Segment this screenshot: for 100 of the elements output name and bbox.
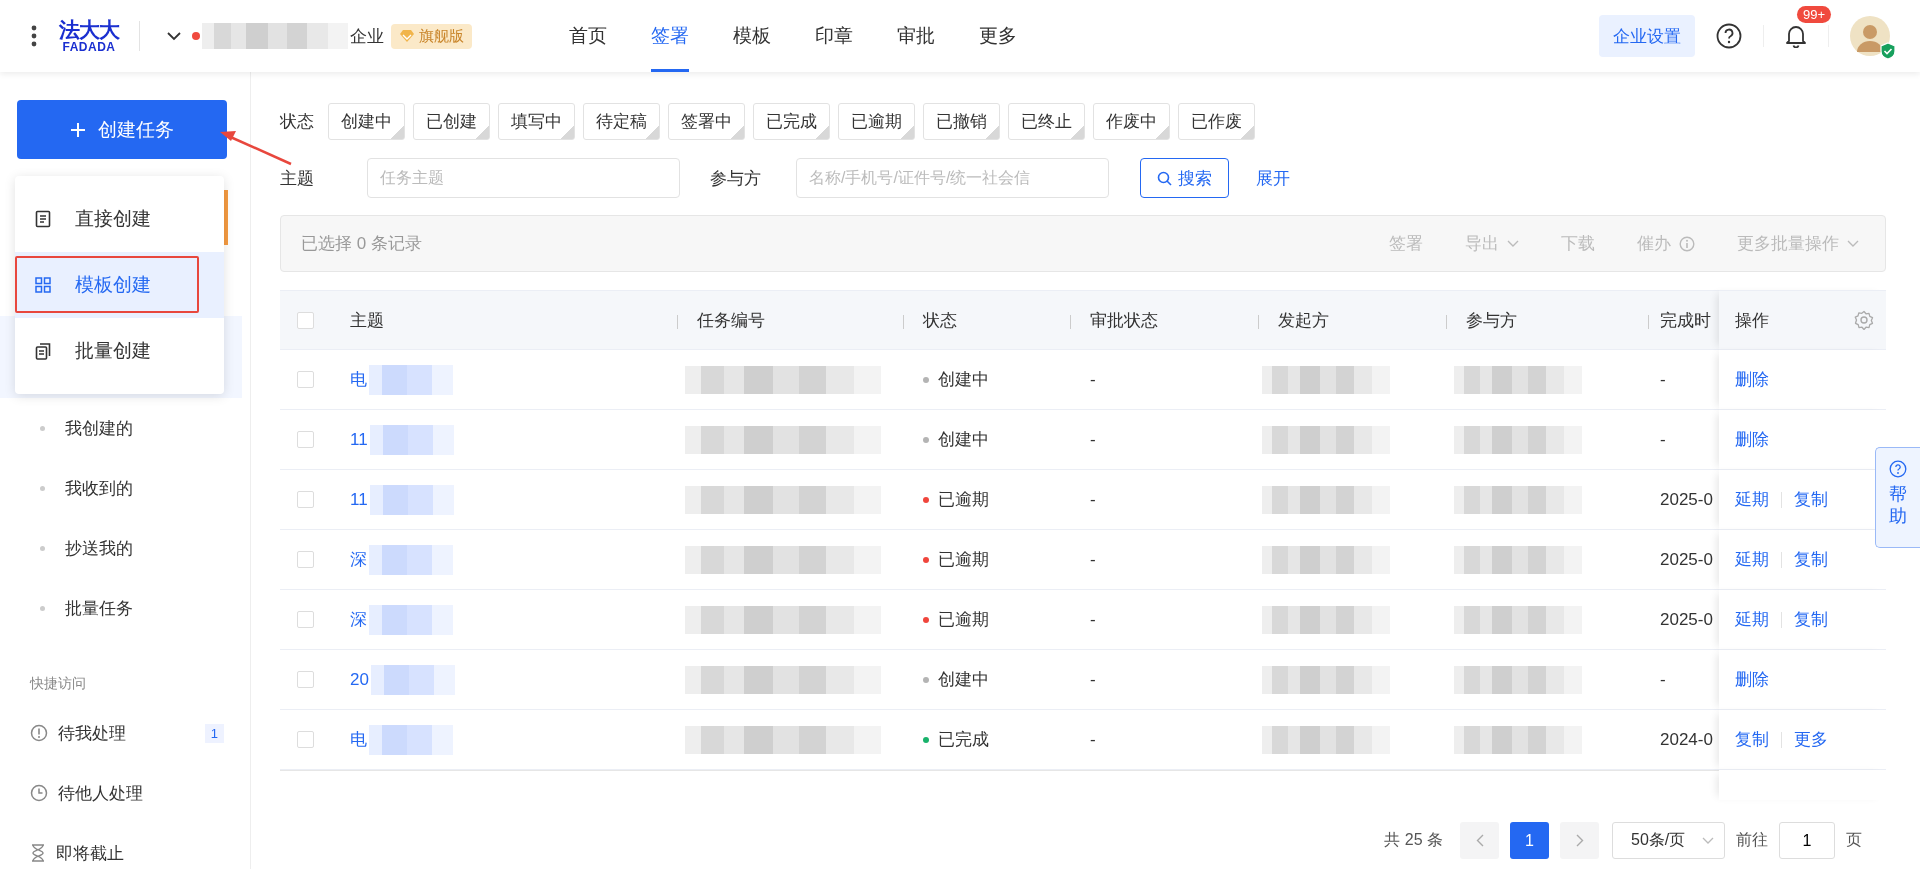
next-page-button[interactable]	[1560, 822, 1599, 859]
company-name: 企业	[350, 25, 384, 48]
row-action-link[interactable]: 延期	[1735, 488, 1769, 511]
nav-tab[interactable]: 审批	[897, 0, 935, 72]
filter-label: 参与方	[710, 167, 762, 190]
status-filter-chip[interactable]: 创建中	[328, 102, 405, 140]
row-action-link[interactable]: 删除	[1735, 368, 1769, 391]
chevron-down-icon[interactable]	[167, 31, 181, 41]
nav-tab[interactable]: 签署	[651, 0, 689, 72]
task-subject-link[interactable]: 深	[350, 548, 367, 571]
document-icon	[35, 210, 51, 228]
table-cell: 2025-0	[1660, 549, 1713, 570]
row-checkbox[interactable]	[296, 551, 314, 568]
status-filter-chip[interactable]: 签署中	[668, 102, 745, 140]
create-task-button[interactable]: 创建任务	[17, 100, 227, 159]
nav-tab[interactable]: 首页	[569, 0, 607, 72]
logo[interactable]: 法大大 FADADA	[59, 19, 119, 53]
table-cell: -	[1090, 429, 1096, 450]
bell-icon[interactable]	[1785, 24, 1807, 48]
status-text: 创建中	[938, 669, 989, 691]
sidebar-item[interactable]: 我收到的	[0, 458, 250, 518]
row-checkbox[interactable]	[296, 491, 314, 508]
copy-icon	[35, 342, 51, 360]
help-icon[interactable]	[1716, 23, 1742, 49]
column-header: 状态	[923, 309, 957, 332]
expand-link[interactable]: 展开	[1256, 166, 1290, 190]
verified-shield-icon	[1880, 42, 1896, 60]
nav-tab[interactable]: 模板	[733, 0, 771, 72]
status-text: 已逾期	[938, 609, 989, 631]
menu-icon[interactable]	[31, 25, 37, 47]
row-checkbox[interactable]	[296, 371, 314, 388]
status-filter-chip[interactable]: 填写中	[498, 102, 575, 140]
status-dot	[192, 32, 200, 40]
chevron-right-icon	[1575, 834, 1584, 847]
menu-item[interactable]: 模板创建	[15, 252, 224, 318]
row-checkbox[interactable]	[296, 611, 314, 628]
menu-item[interactable]: 批量创建	[15, 318, 224, 384]
enterprise-settings-button[interactable]: 企业设置	[1599, 15, 1695, 57]
page-label: 页	[1846, 830, 1862, 850]
status-text: 创建中	[938, 429, 989, 451]
settings-icon[interactable]	[1854, 310, 1874, 330]
nav-tab[interactable]: 印章	[815, 0, 853, 72]
status-filter-chip[interactable]: 作废中	[1093, 102, 1170, 140]
status-filter-chip[interactable]: 已逾期	[838, 102, 915, 140]
quick-access-item[interactable]: 即将截止	[0, 823, 250, 869]
row-action-link[interactable]: 复制	[1794, 608, 1828, 631]
row-checkbox[interactable]	[296, 671, 314, 688]
row-action-link[interactable]: 复制	[1735, 728, 1769, 751]
row-action-link[interactable]: 延期	[1735, 548, 1769, 571]
row-checkbox[interactable]	[296, 731, 314, 748]
clock-icon	[30, 784, 48, 802]
nav-tab[interactable]: 更多	[979, 0, 1017, 72]
row-action-link[interactable]: 复制	[1794, 488, 1828, 511]
help-tab[interactable]: 帮助	[1875, 447, 1920, 548]
task-subject-link[interactable]: 11	[350, 489, 368, 510]
search-button[interactable]: 搜索	[1140, 158, 1229, 198]
row-action-link[interactable]: 复制	[1794, 548, 1828, 571]
sidebar-item[interactable]: 抄送我的	[0, 518, 250, 578]
status-filter-chip[interactable]: 已终止	[1008, 102, 1085, 140]
edition-label: 旗舰版	[419, 26, 464, 46]
row-action-link[interactable]: 延期	[1735, 608, 1769, 631]
page-size-select[interactable]: 50条/页	[1612, 822, 1725, 859]
column-header: 完成时	[1660, 309, 1711, 332]
column-header: 参与方	[1466, 309, 1517, 332]
task-subject-link[interactable]: 20	[350, 669, 369, 690]
task-subject-link[interactable]: 深	[350, 608, 367, 631]
status-filter-chip[interactable]: 已完成	[753, 102, 830, 140]
column-header: 任务编号	[697, 309, 765, 332]
sidebar-item[interactable]: 我创建的	[0, 398, 250, 458]
menu-item[interactable]: 直接创建	[15, 186, 224, 252]
goto-label: 前往	[1736, 830, 1768, 850]
task-subject-link[interactable]: 11	[350, 429, 368, 450]
alert-icon	[30, 724, 48, 742]
status-filter-chip[interactable]: 已作废	[1178, 102, 1255, 140]
status-text: 已逾期	[938, 489, 989, 511]
table-cell: -	[1090, 549, 1096, 570]
status-filter-chip[interactable]: 待定稿	[583, 102, 660, 140]
task-subject-link[interactable]: 电	[350, 368, 367, 391]
task-subject-link[interactable]: 电	[350, 728, 367, 751]
subject-input[interactable]: 任务主题	[367, 158, 680, 198]
selection-count: 已选择 0 条记录	[301, 233, 422, 255]
row-action-link[interactable]: 删除	[1735, 668, 1769, 691]
select-all-checkbox[interactable]	[296, 311, 314, 329]
row-action-link[interactable]: 更多	[1794, 728, 1828, 751]
row-checkbox[interactable]	[296, 431, 314, 448]
quick-access-item[interactable]: 待他人处理	[0, 763, 250, 823]
grid-icon	[35, 277, 51, 293]
sidebar-item[interactable]: 批量任务	[0, 578, 250, 638]
quick-access-item[interactable]: 待我处理 1	[0, 703, 250, 763]
status-filter-chip[interactable]: 已撤销	[923, 102, 1000, 140]
status-filter-chip[interactable]: 已创建	[413, 102, 490, 140]
search-icon	[1157, 170, 1172, 186]
avatar[interactable]	[1850, 16, 1890, 56]
total-count: 共 25 条	[1384, 830, 1443, 850]
table-cell: -	[1090, 489, 1096, 510]
page-button[interactable]: 1	[1510, 822, 1549, 859]
row-action-link[interactable]: 删除	[1735, 428, 1769, 451]
previous-page-button[interactable]	[1460, 822, 1499, 859]
page-number-input[interactable]: 1	[1779, 822, 1835, 859]
filter-label: 主题	[280, 167, 315, 190]
